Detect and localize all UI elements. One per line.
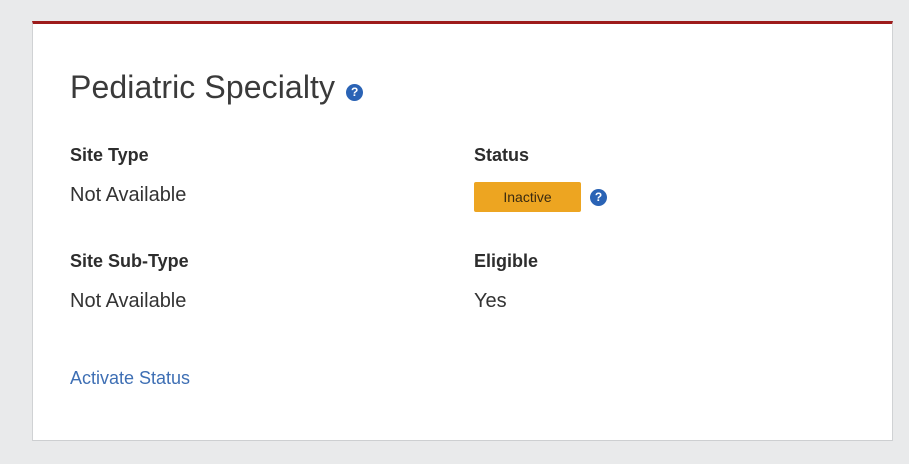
site-sub-type-value: Not Available bbox=[70, 290, 187, 312]
site-sub-type-label: Site Sub-Type bbox=[70, 251, 189, 271]
site-type-label: Site Type bbox=[70, 145, 149, 165]
status-row: Inactive ? bbox=[474, 182, 607, 212]
card-title: Pediatric Specialty bbox=[70, 69, 336, 105]
specialty-card: Pediatric Specialty ? Site Type Not Avai… bbox=[32, 21, 893, 441]
eligible-label: Eligible bbox=[474, 251, 539, 271]
status-help-icon[interactable]: ? bbox=[590, 188, 607, 206]
eligible-value: Yes bbox=[474, 290, 507, 312]
status-badge: Inactive bbox=[474, 182, 581, 212]
status-label: Status bbox=[474, 145, 530, 165]
activate-status-link[interactable]: Activate Status bbox=[70, 368, 190, 389]
title-help-icon[interactable]: ? bbox=[346, 84, 364, 101]
card-header: Pediatric Specialty ? bbox=[70, 69, 364, 106]
site-type-value: Not Available bbox=[70, 184, 187, 206]
